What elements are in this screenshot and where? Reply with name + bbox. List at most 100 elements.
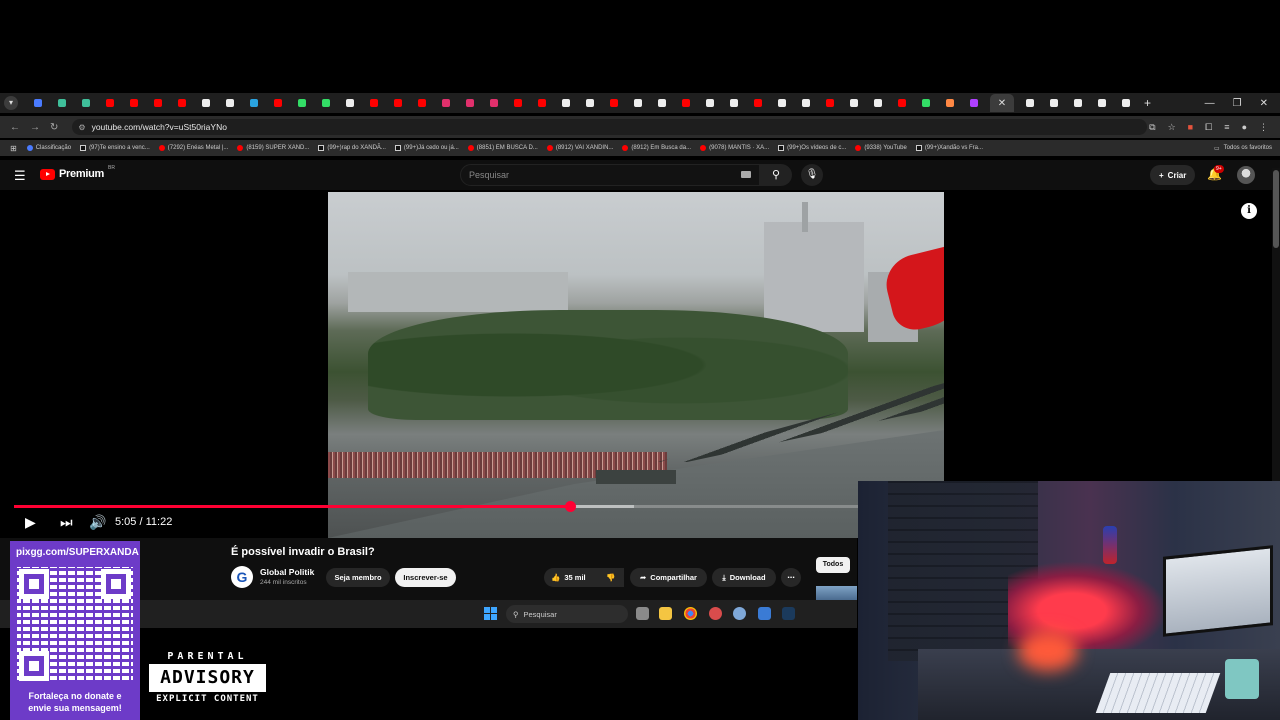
tab-favicon-icon[interactable] bbox=[802, 99, 810, 107]
account-avatar[interactable] bbox=[1237, 166, 1255, 184]
bookmark-item[interactable]: (97)Te ensino a venc... bbox=[80, 145, 150, 151]
channel-name[interactable]: Global Politik bbox=[260, 567, 314, 577]
app-icon-blue[interactable] bbox=[758, 607, 771, 620]
tab-favicon-icon[interactable] bbox=[346, 99, 354, 107]
tab-favicon-icon[interactable] bbox=[442, 99, 450, 107]
youtube-logo[interactable]: Premium BR bbox=[40, 165, 115, 180]
reload-icon[interactable]: ↻ bbox=[50, 122, 58, 133]
tab-favicon-icon[interactable] bbox=[82, 99, 90, 107]
tab-favicon-icon[interactable] bbox=[850, 99, 858, 107]
bookmark-item[interactable]: (99+)Os vídeos de c... bbox=[778, 145, 846, 151]
minimize-icon[interactable]: — bbox=[1205, 98, 1215, 109]
tab-search-dropdown[interactable]: ▾ bbox=[4, 96, 18, 110]
tab-favicon-icon[interactable] bbox=[586, 99, 594, 107]
volume-icon[interactable]: 🔊 bbox=[89, 514, 106, 531]
tab-favicon-icon[interactable] bbox=[106, 99, 114, 107]
create-button[interactable]: + Criar bbox=[1150, 165, 1196, 185]
all-bookmarks[interactable]: ▭ Todos os favoritos bbox=[1214, 145, 1280, 152]
address-bar[interactable]: ⚙ youtube.com/watch?v=uSt50riaYNo bbox=[72, 119, 1148, 135]
play-icon[interactable]: ▶ bbox=[25, 514, 36, 531]
tab-favicon-icon[interactable] bbox=[1050, 99, 1058, 107]
keyboard-icon[interactable] bbox=[741, 171, 751, 178]
tab-favicon-icon[interactable] bbox=[58, 99, 66, 107]
tab-favicon-icon[interactable] bbox=[394, 99, 402, 107]
steam-icon[interactable] bbox=[782, 607, 795, 620]
tab-favicon-icon[interactable] bbox=[34, 99, 42, 107]
video-info-button[interactable]: i bbox=[1241, 203, 1257, 219]
share-button[interactable]: ➦ Compartilhar bbox=[630, 568, 707, 587]
tab-favicon-icon[interactable] bbox=[898, 99, 906, 107]
tab-favicon-icon[interactable] bbox=[250, 99, 258, 107]
maximize-icon[interactable]: ❐ bbox=[1233, 98, 1242, 109]
reading-list-icon[interactable]: ≡ bbox=[1224, 122, 1229, 133]
recommended-thumbnail[interactable] bbox=[816, 586, 857, 600]
bookmark-item[interactable]: Classificação bbox=[26, 145, 71, 151]
filter-chip-all[interactable]: Todos bbox=[816, 557, 850, 573]
tab-favicon-icon[interactable] bbox=[658, 99, 666, 107]
file-explorer-icon[interactable] bbox=[659, 607, 672, 620]
site-info-icon[interactable]: ⚙ bbox=[78, 123, 85, 132]
tab-favicon-icon[interactable] bbox=[466, 99, 474, 107]
tab-favicon-icon[interactable] bbox=[1098, 99, 1106, 107]
tab-favicon-icon[interactable] bbox=[370, 99, 378, 107]
next-icon[interactable]: ⏭ bbox=[60, 514, 73, 531]
bookmark-item[interactable]: (7292) Enéas Metal |... bbox=[158, 145, 228, 151]
tab-favicon-icon[interactable] bbox=[418, 99, 426, 107]
progress-scrubber[interactable] bbox=[565, 501, 577, 512]
dislike-button[interactable]: 👎 bbox=[598, 568, 624, 587]
tab-favicon-icon[interactable] bbox=[706, 99, 714, 107]
menu-hamburger-icon[interactable]: ☰ bbox=[14, 168, 26, 184]
tab-favicon-icon[interactable] bbox=[490, 99, 498, 107]
tab-favicon-icon[interactable] bbox=[178, 99, 186, 107]
tab-favicon-icon[interactable] bbox=[730, 99, 738, 107]
tab-favicon-icon[interactable] bbox=[562, 99, 570, 107]
tab-favicon-icon[interactable] bbox=[1074, 99, 1082, 107]
back-icon[interactable]: ← bbox=[10, 122, 20, 133]
tab-favicon-icon[interactable] bbox=[946, 99, 954, 107]
tab-favicon-icon[interactable] bbox=[130, 99, 138, 107]
task-view-icon[interactable] bbox=[636, 607, 649, 620]
bookmark-item[interactable]: (99+)Já cedo ou já... bbox=[394, 145, 459, 151]
app-icon-red[interactable] bbox=[709, 607, 722, 620]
tab-favicon-icon[interactable] bbox=[202, 99, 210, 107]
close-window-icon[interactable]: ✕ bbox=[1260, 98, 1268, 109]
tab-favicon-icon[interactable] bbox=[322, 99, 330, 107]
search-input[interactable]: Pesquisar bbox=[460, 164, 760, 186]
scrollbar-thumb[interactable] bbox=[1273, 170, 1279, 248]
new-tab-icon[interactable]: + bbox=[1144, 96, 1151, 110]
tab-favicon-icon[interactable] bbox=[538, 99, 546, 107]
tab-favicon-icon[interactable] bbox=[1026, 99, 1034, 107]
tab-favicon-icon[interactable] bbox=[778, 99, 786, 107]
tab-favicon-icon[interactable] bbox=[154, 99, 162, 107]
apps-icon[interactable]: ⊞ bbox=[10, 144, 17, 153]
tab-favicon-icon[interactable] bbox=[874, 99, 882, 107]
bookmark-item[interactable]: (8851) EM BUSCA D... bbox=[467, 145, 538, 151]
tab-favicon-icon[interactable] bbox=[682, 99, 690, 107]
extension-icon[interactable]: ■ bbox=[1188, 122, 1193, 133]
active-tab-close-icon[interactable]: ✕ bbox=[990, 94, 1014, 112]
tab-favicon-icon[interactable] bbox=[1122, 99, 1130, 107]
tab-favicon-icon[interactable] bbox=[226, 99, 234, 107]
tab-favicon-icon[interactable] bbox=[754, 99, 762, 107]
bookmark-item[interactable]: (99+)rap do XANDÃ... bbox=[318, 145, 386, 151]
bookmark-item[interactable]: (8912) VAI XANDIN... bbox=[546, 145, 613, 151]
tab-favicon-icon[interactable] bbox=[922, 99, 930, 107]
forward-icon[interactable]: → bbox=[30, 122, 40, 133]
bookmark-item[interactable]: (9338) YouTube bbox=[855, 145, 907, 151]
taskbar-search[interactable]: ⚲ Pesquisar bbox=[506, 605, 628, 623]
video-frame[interactable] bbox=[328, 192, 944, 538]
join-button[interactable]: Seja membro bbox=[326, 568, 390, 587]
bookmark-item[interactable]: (8159) SUPER XAND... bbox=[237, 145, 309, 151]
subscribe-button[interactable]: Inscrever-se bbox=[395, 568, 456, 587]
voice-search-button[interactable]: 🎙 bbox=[801, 164, 823, 186]
tab-favicon-icon[interactable] bbox=[970, 99, 978, 107]
bookmark-item[interactable]: (8912) Em Busca da... bbox=[622, 145, 691, 151]
menu-icon[interactable]: ⋮ bbox=[1259, 122, 1268, 133]
tab-favicon-icon[interactable] bbox=[298, 99, 306, 107]
tab-favicon-icon[interactable] bbox=[514, 99, 522, 107]
profile-icon[interactable]: ● bbox=[1242, 122, 1247, 133]
bookmark-item[interactable]: (9078) MANTIS · XA... bbox=[700, 145, 769, 151]
download-button[interactable]: ⤓ Download bbox=[712, 568, 776, 587]
bookmark-item[interactable]: (99+)Xandão vs Fra... bbox=[915, 145, 983, 151]
channel-avatar[interactable]: G bbox=[231, 566, 253, 588]
